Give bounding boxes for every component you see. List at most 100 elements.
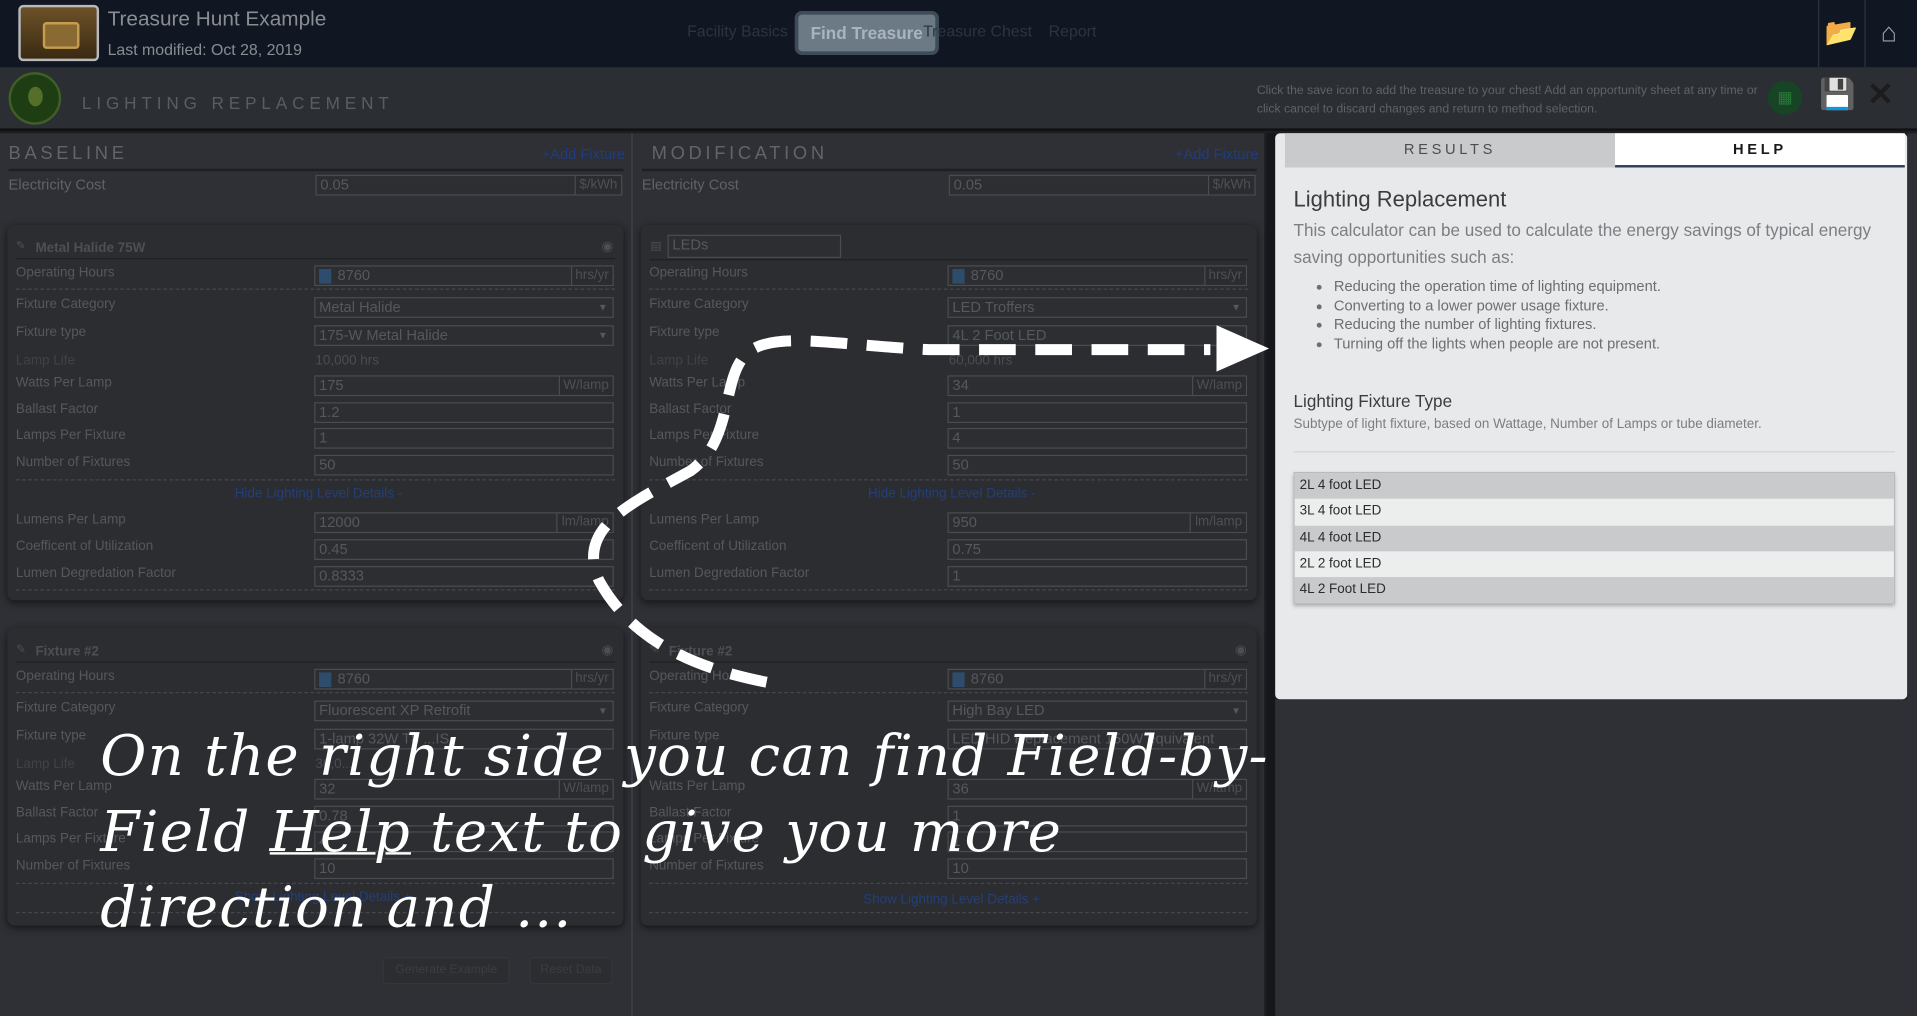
settings-icon[interactable]: ◉ <box>602 238 614 255</box>
value: 34 <box>952 376 969 394</box>
chevron-down-icon: ▼ <box>597 301 608 313</box>
tab-facility-basics[interactable]: Facility Basics <box>687 22 788 40</box>
ldf-input[interactable]: 0.8333 <box>314 566 614 587</box>
value: 0.05 <box>953 176 983 194</box>
value: LED Troffers <box>952 298 1035 316</box>
ballast-input[interactable]: 1.2 <box>314 402 614 424</box>
number-of-fixtures-input[interactable]: 50 <box>947 454 1248 476</box>
unit: hrs/yr <box>570 669 613 689</box>
unit: hrs/yr <box>1203 669 1246 689</box>
value: 1 <box>952 403 961 421</box>
add-opportunity-sheet-button[interactable]: ▦ <box>1767 80 1803 115</box>
operating-hours-input[interactable]: 8760 hrs/yr <box>947 668 1248 690</box>
unit: lm/lamp <box>1190 513 1246 532</box>
electricity-cost-label: Electricity Cost <box>8 176 106 194</box>
lamps-per-fixture-input[interactable]: 1 <box>314 427 614 449</box>
ballast-input[interactable]: 1 <box>947 402 1248 424</box>
calculator-icon[interactable] <box>319 672 332 688</box>
number-of-fixtures-label: Number of Fixtures <box>649 454 764 470</box>
save-icon[interactable]: 💾 <box>1819 79 1856 110</box>
settings-icon[interactable]: ◉ <box>1235 642 1247 658</box>
value: 12000 <box>319 513 360 531</box>
header-message: Click the save icon to add the treasure … <box>1256 84 1758 117</box>
treasure-chest-logo <box>18 4 100 62</box>
lamps-per-fixture-input[interactable]: 4 <box>947 427 1248 449</box>
operating-hours-label: Operating Hours <box>15 265 115 280</box>
help-field-title: Lighting Fixture Type <box>1293 391 1453 411</box>
pencil-icon[interactable]: ✎ <box>649 643 659 656</box>
baseline-add-fixture-link[interactable]: +Add Fixture <box>542 145 626 162</box>
fixture-type-select[interactable]: 175-W Metal Halide ▼ <box>314 325 614 346</box>
watts-label: Watts Per Lamp <box>15 778 112 794</box>
ldf-input[interactable]: 1 <box>947 566 1248 587</box>
fixture-category-select[interactable]: LED Troffers ▼ <box>947 297 1248 318</box>
operating-hours-input[interactable]: 8760 hrs/yr <box>947 265 1248 287</box>
lightbulb-icon <box>8 72 62 125</box>
calculator-icon[interactable] <box>319 268 332 284</box>
lumens-input[interactable]: 950 lm/lamp <box>947 512 1248 534</box>
pencil-icon[interactable]: ✎ <box>16 240 26 253</box>
watts-input[interactable]: 175 W/lamp <box>314 375 614 397</box>
divider <box>15 661 615 663</box>
fixture-name: Fixture #2 <box>35 644 99 659</box>
operating-hours-label: Operating Hours <box>649 265 748 280</box>
fixture-name: Metal Halide 75W <box>35 240 146 256</box>
operating-hours-label: Operating Hours <box>15 668 115 684</box>
calculator-icon[interactable] <box>952 672 965 688</box>
electricity-cost-label: Electricity Cost <box>641 176 739 194</box>
number-of-fixtures-input[interactable]: 50 <box>314 454 614 476</box>
lumens-input[interactable]: 12000 lm/lamp <box>314 512 614 534</box>
generate-example-button[interactable]: Generate Example <box>382 957 510 985</box>
divider <box>15 589 615 591</box>
lamps-per-fixture-label: Lamps Per Fixture <box>649 427 760 443</box>
table-row: 4L 4 foot LED <box>1294 525 1894 552</box>
table-row: 2L 4 foot LED <box>1294 473 1894 500</box>
fixture-type-select[interactable]: 4L 2 Foot LED <box>947 325 1248 346</box>
operating-hours-input[interactable]: 8760 hrs/yr <box>314 668 614 690</box>
help-panel: RESULTS HELP Lighting Replacement This c… <box>1275 133 1908 700</box>
close-icon[interactable]: ✕ <box>1866 77 1895 111</box>
cu-input[interactable]: 0.45 <box>314 539 614 560</box>
modification-title: MODIFICATION <box>651 143 828 164</box>
toggle-lighting-details-link[interactable]: Hide Lighting Level Details - <box>235 487 402 502</box>
modification-electricity-cost-input[interactable]: 0.05 $/kWh <box>948 174 1256 196</box>
fixture-name-input[interactable]: LEDs <box>667 234 842 258</box>
value: 0.8333 <box>319 567 364 585</box>
cu-input[interactable]: 0.75 <box>947 539 1248 560</box>
divider <box>8 168 624 172</box>
tab-find-treasure[interactable]: Find Treasure <box>794 11 939 56</box>
ldf-label: Lumen Degredation Factor <box>649 566 810 581</box>
operating-hours-input[interactable]: 8760 hrs/yr <box>314 265 614 287</box>
divider <box>649 479 1249 481</box>
tab-report[interactable]: Report <box>1049 22 1097 40</box>
table-row: 4L 2 Foot LED <box>1294 577 1894 604</box>
calculator-icon[interactable] <box>952 268 965 284</box>
value: 175-W Metal Halide <box>319 326 448 344</box>
tutorial-caption: On the right side you can find Field-by-… <box>100 718 1323 945</box>
modification-add-fixture-link[interactable]: +Add Fixture <box>1175 145 1259 162</box>
tab-treasure-chest[interactable]: Treasure Chest <box>923 22 1032 40</box>
tab-help[interactable]: HELP <box>1615 133 1905 168</box>
save-fixture-icon[interactable]: ▤ <box>650 240 662 253</box>
calculator-header: LIGHTING REPLACEMENT Click the save icon… <box>0 67 1917 131</box>
fixture-category-select[interactable]: Metal Halide ▼ <box>314 297 614 318</box>
fixture-category-label: Fixture Category <box>15 297 116 312</box>
modification-fixture-card: ▤ LEDs Operating Hours 8760 hrs/yr Fixtur… <box>640 224 1257 601</box>
home-icon[interactable]: ⌂ <box>1872 17 1906 48</box>
nav-after: Treasure Chest Report <box>923 22 1109 40</box>
pencil-icon[interactable]: ✎ <box>16 643 26 656</box>
fixture-category-label: Fixture Category <box>649 700 749 716</box>
folder-open-icon[interactable]: 📂 <box>1824 17 1858 48</box>
reset-data-button[interactable]: Reset Data <box>529 957 613 985</box>
value: Fluorescent XP Retrofit <box>319 701 471 719</box>
baseline-electricity-cost-input[interactable]: 0.05 $/kWh <box>315 174 623 196</box>
tab-results[interactable]: RESULTS <box>1284 133 1616 168</box>
fixture-type-label: Fixture type <box>649 325 720 340</box>
toggle-lighting-details-link[interactable]: Hide Lighting Level Details - <box>868 487 1035 502</box>
settings-icon[interactable]: ◉ <box>602 642 614 658</box>
value: 8760 <box>337 669 371 688</box>
value: 50 <box>952 456 969 474</box>
watts-input[interactable]: 34 W/lamp <box>947 375 1248 397</box>
divider <box>1864 0 1866 68</box>
value: 8760 <box>970 669 1004 688</box>
